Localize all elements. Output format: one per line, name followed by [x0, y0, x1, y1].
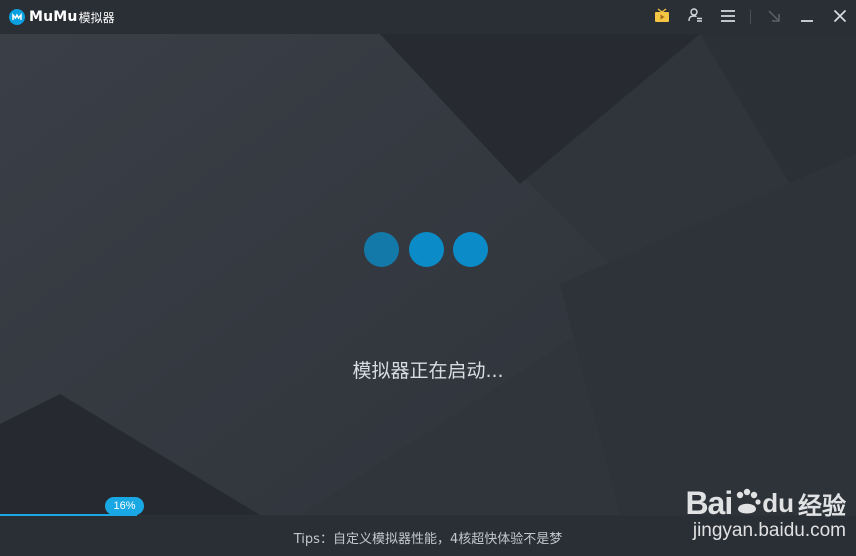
- watermark-du: du: [762, 488, 794, 518]
- background-pattern: [0, 34, 856, 515]
- mumu-logo-icon: [9, 9, 25, 25]
- progress-percent-badge: 16%: [105, 497, 144, 515]
- loading-dot: [453, 232, 488, 267]
- loading-dot: [408, 232, 444, 267]
- title-actions: [645, 0, 856, 34]
- baidu-paw-icon: [732, 487, 762, 521]
- loading-stage: 模拟器正在启动...: [0, 34, 856, 515]
- collapse-button[interactable]: [757, 0, 790, 34]
- menu-button[interactable]: [711, 0, 744, 34]
- close-icon: [833, 8, 847, 27]
- baidu-watermark: Bai du 经验 jingyan.baidu.com: [685, 485, 846, 542]
- minimize-button[interactable]: [790, 0, 823, 34]
- user-settings-icon: [687, 7, 703, 27]
- app-name-suffix: 模拟器: [78, 10, 115, 25]
- tv-button[interactable]: [645, 0, 678, 34]
- watermark-url: jingyan.baidu.com: [692, 520, 846, 541]
- loading-dot: [364, 232, 399, 267]
- app-logo: MuMu 模拟器: [9, 0, 115, 34]
- user-settings-button[interactable]: [678, 0, 711, 34]
- watermark-jingyan: 经验: [798, 492, 846, 520]
- loading-dots: [364, 232, 488, 268]
- title-separator: [750, 10, 751, 24]
- collapse-icon: [767, 8, 781, 27]
- app-name: MuMu: [29, 9, 78, 25]
- loading-status-text: 模拟器正在启动...: [352, 360, 504, 382]
- minimize-icon: [800, 8, 814, 27]
- tv-icon: [654, 7, 670, 27]
- title-bar: MuMu 模拟器: [0, 0, 856, 34]
- watermark-bai: Bai: [685, 485, 733, 521]
- close-button[interactable]: [823, 0, 856, 34]
- menu-icon: [720, 8, 736, 27]
